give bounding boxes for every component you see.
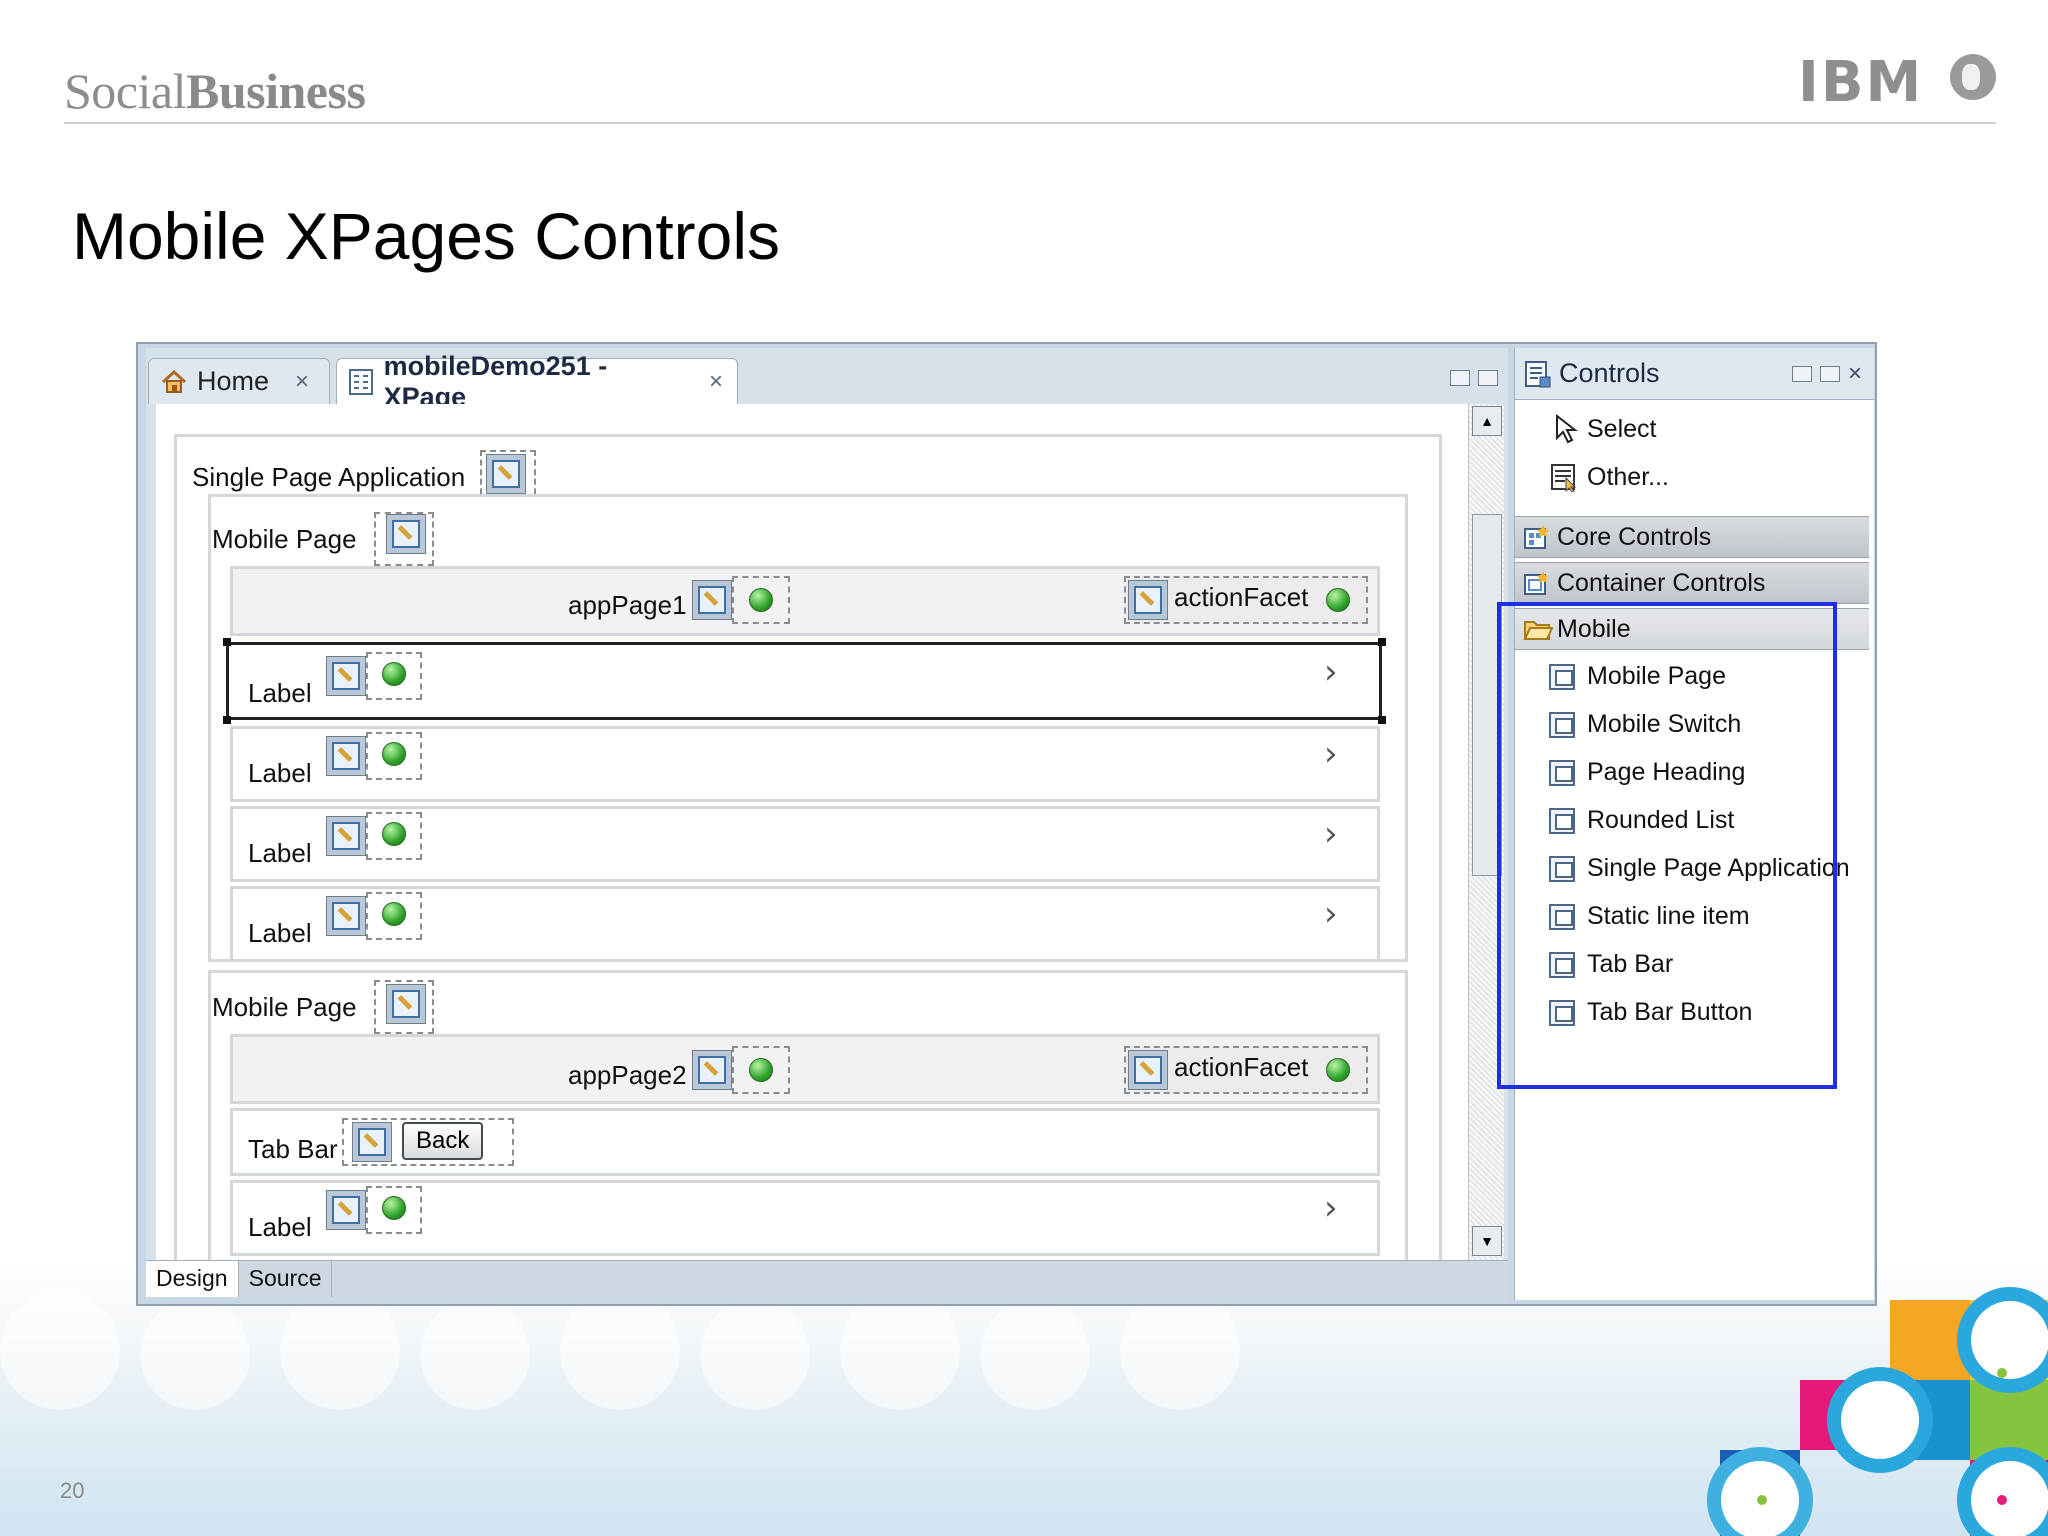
header-divider <box>64 122 1996 124</box>
status-dot-icon <box>382 742 406 766</box>
row-label: Label <box>248 758 312 788</box>
cursor-icon <box>1553 414 1579 444</box>
selection-handle[interactable] <box>223 716 231 724</box>
selection-handle[interactable] <box>1378 716 1386 724</box>
status-dot-icon <box>382 1196 406 1220</box>
palette-header: Controls × <box>1515 348 1874 400</box>
palette-tool-select[interactable]: Select <box>1553 414 1656 444</box>
minimize-icon[interactable] <box>1450 370 1470 386</box>
brand-bold: Business <box>185 63 366 119</box>
xpage-editor: Home × mobileDemo251 - XPage × Single Pa… <box>146 348 1508 1300</box>
page-heading-2-label: appPage2 <box>568 1060 687 1090</box>
selection-handle[interactable] <box>223 638 231 646</box>
edit-icon[interactable] <box>326 816 366 856</box>
tab-source[interactable]: Source <box>239 1261 333 1297</box>
status-dot-icon <box>382 662 406 686</box>
status-dot-icon <box>1326 588 1350 612</box>
tab-home[interactable]: Home × <box>148 358 330 404</box>
edit-icon[interactable] <box>1128 580 1168 620</box>
xpage-icon <box>347 367 376 397</box>
tab-design[interactable]: Design <box>146 1261 239 1297</box>
scroll-down-icon[interactable]: ▼ <box>1472 1226 1502 1256</box>
ibm-logo: IBM <box>1798 50 1924 115</box>
drawer-core-controls[interactable]: Core Controls <box>1515 516 1869 558</box>
drawer-container-controls[interactable]: Container Controls <box>1515 562 1869 604</box>
editor-window-controls <box>1450 370 1498 386</box>
scroll-up-icon[interactable]: ▲ <box>1472 406 1502 436</box>
status-dot-icon <box>382 902 406 926</box>
row-label: Label <box>248 678 312 708</box>
close-icon[interactable]: × <box>709 368 723 396</box>
edit-icon[interactable] <box>326 736 366 776</box>
drawer-container-label: Container Controls <box>1557 568 1766 597</box>
chevron-right-icon: › <box>1324 894 1338 934</box>
edit-icon[interactable] <box>352 1122 392 1162</box>
chevron-right-icon: › <box>1324 814 1338 854</box>
brand-wordmark: SocialBusiness <box>64 62 366 120</box>
drawer-core-label: Core Controls <box>1557 522 1712 551</box>
mobile-page-2-label: Mobile Page <box>212 992 357 1022</box>
action-facet-1-label: actionFacet <box>1174 582 1309 612</box>
page-heading-1-label: appPage1 <box>568 590 687 620</box>
chevron-right-icon: › <box>1324 652 1338 692</box>
other-label: Other... <box>1587 462 1669 491</box>
core-controls-icon <box>1523 524 1551 550</box>
edit-icon[interactable] <box>326 656 366 696</box>
selection-handle[interactable] <box>1378 638 1386 646</box>
palette-tool-other[interactable]: Other... <box>1549 462 1669 492</box>
back-button[interactable]: Back <box>402 1122 484 1160</box>
palette-window-controls: × <box>1791 362 1862 386</box>
tab-mobiledemo-xpage[interactable]: mobileDemo251 - XPage × <box>336 351 738 412</box>
globe-icon <box>1950 54 1996 100</box>
container-controls-icon <box>1523 570 1551 596</box>
close-icon[interactable]: × <box>295 368 309 396</box>
row-label: Label <box>248 838 312 868</box>
edit-icon[interactable] <box>692 580 732 620</box>
minimize-icon[interactable] <box>1791 366 1812 382</box>
maximize-icon[interactable] <box>1478 370 1498 386</box>
other-icon <box>1549 462 1579 492</box>
home-icon <box>159 367 189 397</box>
tab-home-label: Home <box>197 366 270 396</box>
mobile-page-1-label: Mobile Page <box>212 524 357 554</box>
slide-title: Mobile XPages Controls <box>72 199 781 273</box>
row-label: Label <box>248 1212 312 1242</box>
brand-light: Social <box>64 63 186 119</box>
status-dot-icon <box>1326 1058 1350 1082</box>
close-icon[interactable]: × <box>1848 362 1862 386</box>
controls-icon <box>1523 359 1553 389</box>
palette-title: Controls <box>1559 358 1660 388</box>
editor-tab-strip: Home × mobileDemo251 - XPage × <box>146 348 1508 412</box>
edit-icon[interactable] <box>326 896 366 936</box>
edit-icon[interactable] <box>386 984 426 1024</box>
design-canvas[interactable]: Single Page Application Mobile Page appP… <box>156 404 1478 1260</box>
status-dot-icon <box>749 1058 773 1082</box>
spa-label: Single Page Application <box>192 462 466 492</box>
select-label: Select <box>1587 414 1657 443</box>
edit-icon[interactable] <box>692 1050 732 1090</box>
row-label: Label <box>248 918 312 948</box>
action-facet-2-label: actionFacet <box>1174 1052 1309 1082</box>
status-dot-icon <box>749 588 773 612</box>
mobile-controls-highlight <box>1497 602 1837 1089</box>
edit-icon[interactable] <box>386 514 426 554</box>
chevron-right-icon: › <box>1324 734 1338 774</box>
edit-icon[interactable] <box>1128 1050 1168 1090</box>
edit-icon[interactable] <box>486 454 526 494</box>
status-dot-icon <box>382 822 406 846</box>
page-number: 20 <box>60 1478 85 1503</box>
chevron-right-icon: › <box>1324 1188 1338 1228</box>
edit-icon[interactable] <box>326 1190 366 1230</box>
editor-mode-tabs: Design Source <box>146 1260 1508 1300</box>
tab-bar-label: Tab Bar <box>248 1134 338 1164</box>
maximize-icon[interactable] <box>1819 366 1840 382</box>
